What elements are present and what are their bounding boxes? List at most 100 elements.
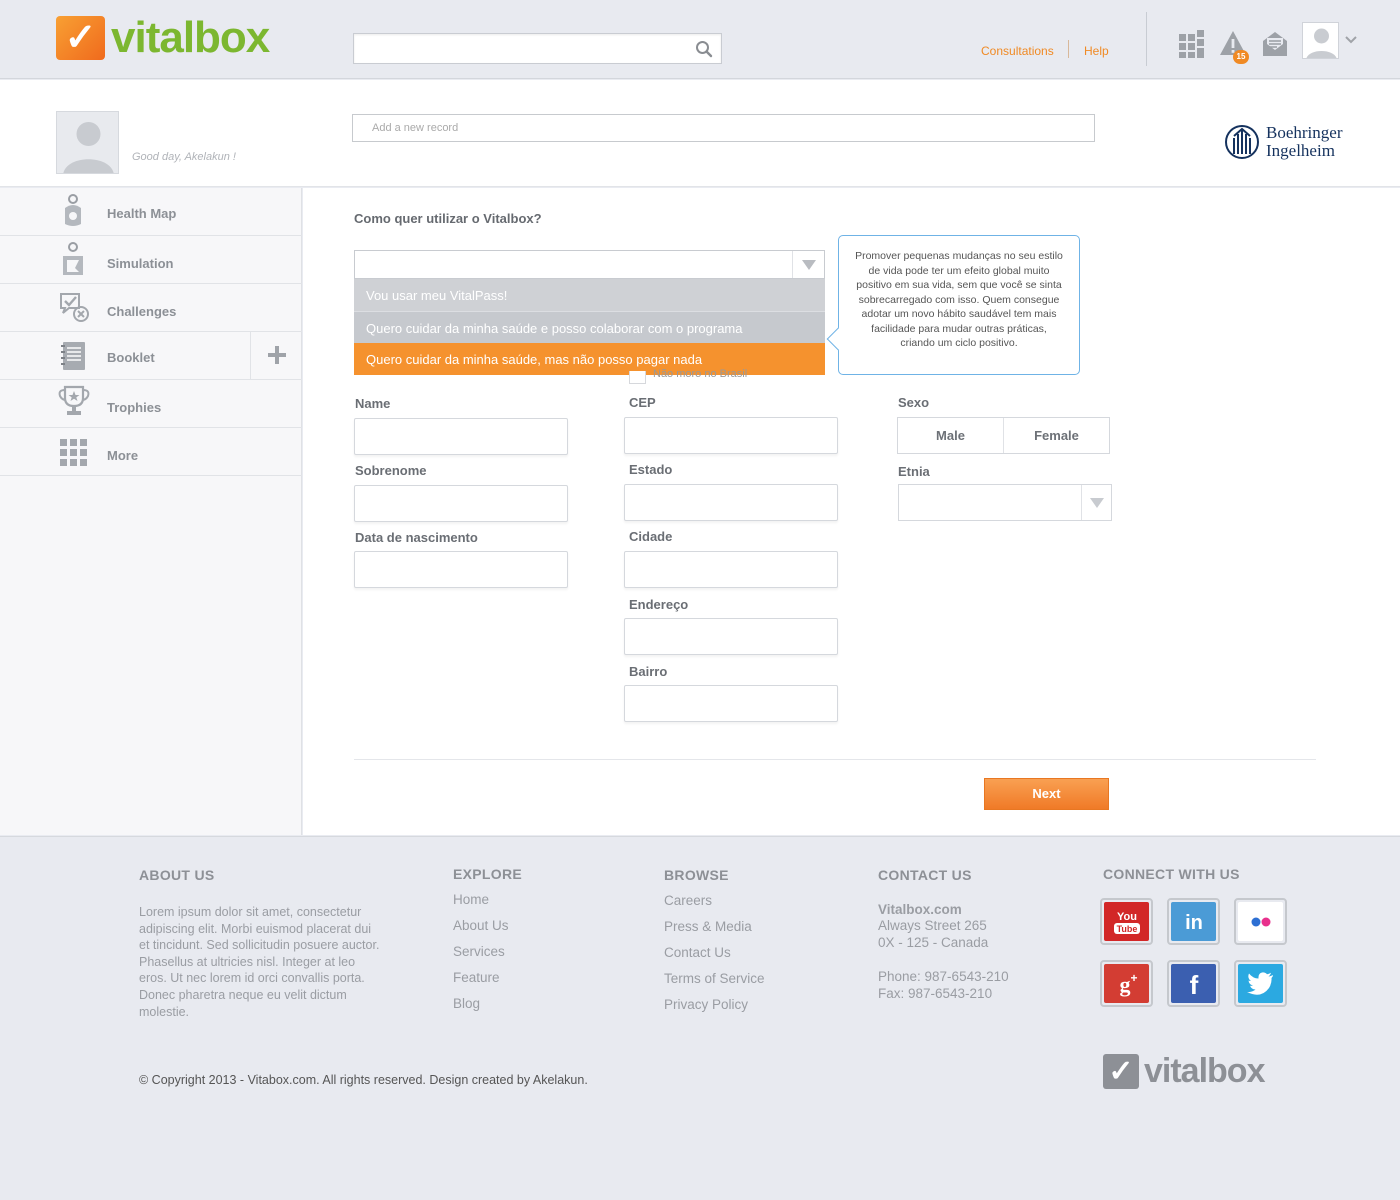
sidebar-item-more[interactable]: More [0, 428, 302, 476]
ethnicity-select[interactable] [898, 484, 1112, 521]
user-icon [1306, 28, 1337, 58]
linkedin-icon: in [1171, 902, 1216, 941]
birth-date-field[interactable] [354, 551, 568, 588]
form-divider [354, 759, 1316, 760]
linkedin-button[interactable]: in [1167, 898, 1220, 945]
footer-link-contact[interactable]: Contact Us [664, 945, 731, 960]
user-icon [63, 122, 114, 173]
footer-logo-text: vitalbox [1144, 1052, 1265, 1090]
footer-link-press[interactable]: Press & Media [664, 919, 752, 934]
svg-text:in: in [1185, 912, 1203, 934]
partner-name-line1: Boehringer [1266, 123, 1343, 142]
sidebar: Health Map Simulation Challenges Booklet [0, 188, 302, 835]
booklet-icon [61, 342, 85, 370]
state-field[interactable] [624, 484, 838, 521]
youtube-icon: You Tube [1104, 902, 1149, 941]
twitter-icon [1238, 964, 1283, 1003]
header-divider [1146, 12, 1147, 66]
surname-field[interactable] [354, 485, 568, 522]
sidebar-item-label: Challenges [107, 304, 177, 319]
tooltip-text: Promover pequenas mudanças no seu estilo… [855, 250, 1063, 349]
footer-link-services[interactable]: Services [453, 944, 505, 959]
contact-city: 0X - 125 - Canada [878, 935, 989, 950]
no-brazil-label: Não moro no Brasil [653, 369, 748, 380]
search-input[interactable] [353, 33, 722, 64]
consultations-link[interactable]: Consultations [981, 44, 1054, 58]
cep-field[interactable] [624, 417, 838, 454]
footer-link-about[interactable]: About Us [453, 918, 509, 933]
district-field[interactable] [624, 685, 838, 722]
sidebar-item-simulation[interactable]: Simulation [0, 236, 302, 284]
explore-heading: EXPLORE [453, 866, 523, 882]
svg-text:Tube: Tube [1116, 924, 1137, 934]
city-label: Cidade [629, 529, 673, 544]
info-tooltip: Promover pequenas mudanças no seu estilo… [826, 235, 1080, 375]
checkmark-icon: ✓ [56, 16, 105, 60]
add-record-input[interactable]: Add a new record [352, 114, 1095, 142]
footer-link-home[interactable]: Home [453, 892, 489, 907]
sidebar-item-trophies[interactable]: Trophies [0, 380, 302, 428]
google-plus-button[interactable]: g + [1100, 960, 1153, 1007]
help-link[interactable]: Help [1084, 44, 1109, 58]
female-option[interactable]: Female [1004, 418, 1109, 453]
district-label: Bairro [629, 664, 668, 679]
surname-label: Sobrenome [355, 463, 427, 478]
footer-link-terms[interactable]: Terms of Service [664, 971, 765, 986]
challenges-icon [60, 293, 89, 322]
apps-grid-icon[interactable] [1179, 30, 1207, 58]
profile-avatar[interactable] [56, 111, 119, 174]
usage-select[interactable] [354, 250, 825, 279]
sidebar-item-label: Simulation [107, 256, 174, 271]
profile-band: Good day, Akelakun ! Add a new record Bo… [0, 80, 1400, 187]
chevron-down-icon[interactable] [1345, 36, 1357, 44]
no-brazil-checkbox[interactable] [629, 371, 646, 384]
flickr-button[interactable] [1234, 898, 1287, 945]
footer-link-blog[interactable]: Blog [453, 996, 480, 1011]
triangle-down-icon [1090, 498, 1104, 508]
usage-option[interactable]: Quero cuidar da minha saúde e posso cola… [354, 311, 825, 343]
about-heading: ABOUT US [139, 867, 215, 883]
next-button[interactable]: Next [984, 778, 1109, 810]
checkmark-icon: ✓ [1103, 1054, 1139, 1089]
usage-option[interactable]: Vou usar meu VitalPass! [354, 279, 825, 311]
city-field[interactable] [624, 551, 838, 588]
search-icon[interactable] [695, 40, 713, 58]
footer-link-careers[interactable]: Careers [664, 893, 712, 908]
facebook-button[interactable]: f [1167, 960, 1220, 1007]
usage-option-highlighted[interactable]: Quero cuidar da minha saúde, mas não pos… [354, 343, 825, 375]
select-arrow[interactable] [1081, 485, 1111, 520]
browse-heading: BROWSE [664, 867, 729, 883]
footer-link-privacy[interactable]: Privacy Policy [664, 997, 748, 1012]
user-avatar[interactable] [1302, 22, 1339, 59]
male-option[interactable]: Male [898, 418, 1004, 453]
svg-text:g: g [1119, 972, 1130, 997]
address-field[interactable] [624, 618, 838, 655]
boehringer-logo-icon [1225, 125, 1259, 159]
youtube-button[interactable]: You Tube [1100, 898, 1153, 945]
contact-company: Vitalbox.com [878, 902, 962, 917]
address-label: Endereço [629, 597, 689, 612]
add-booklet-button[interactable] [250, 332, 302, 379]
sidebar-item-health-map[interactable]: Health Map [0, 188, 302, 236]
contact-phone: Phone: 987-6543-210 [878, 969, 1009, 984]
select-arrow[interactable] [792, 251, 824, 278]
name-field[interactable] [354, 418, 568, 455]
footer-link-feature[interactable]: Feature [453, 970, 500, 985]
name-label: Name [355, 396, 391, 411]
sidebar-item-booklet[interactable]: Booklet [0, 332, 302, 380]
top-bar: ✓ vitalbox Consultations Help 15 [0, 0, 1400, 79]
twitter-button[interactable] [1234, 960, 1287, 1007]
triangle-down-icon [802, 260, 816, 270]
plus-icon [268, 346, 286, 364]
simulation-icon [63, 242, 83, 275]
ethnicity-label: Etnia [898, 464, 930, 479]
sidebar-item-label: More [107, 448, 139, 463]
messages-icon[interactable] [1261, 30, 1289, 58]
sidebar-item-challenges[interactable]: Challenges [0, 284, 302, 332]
vitalbox-logo[interactable]: ✓ vitalbox [56, 15, 270, 61]
copyright-text: © Copyright 2013 - Vitabox.com. All righ… [139, 1073, 588, 1087]
notification-badge: 15 [1233, 50, 1249, 64]
partner-name-line2: Ingelheim [1266, 141, 1335, 160]
sidebar-item-label: Trophies [107, 400, 162, 415]
svg-text:+: + [1130, 971, 1137, 985]
